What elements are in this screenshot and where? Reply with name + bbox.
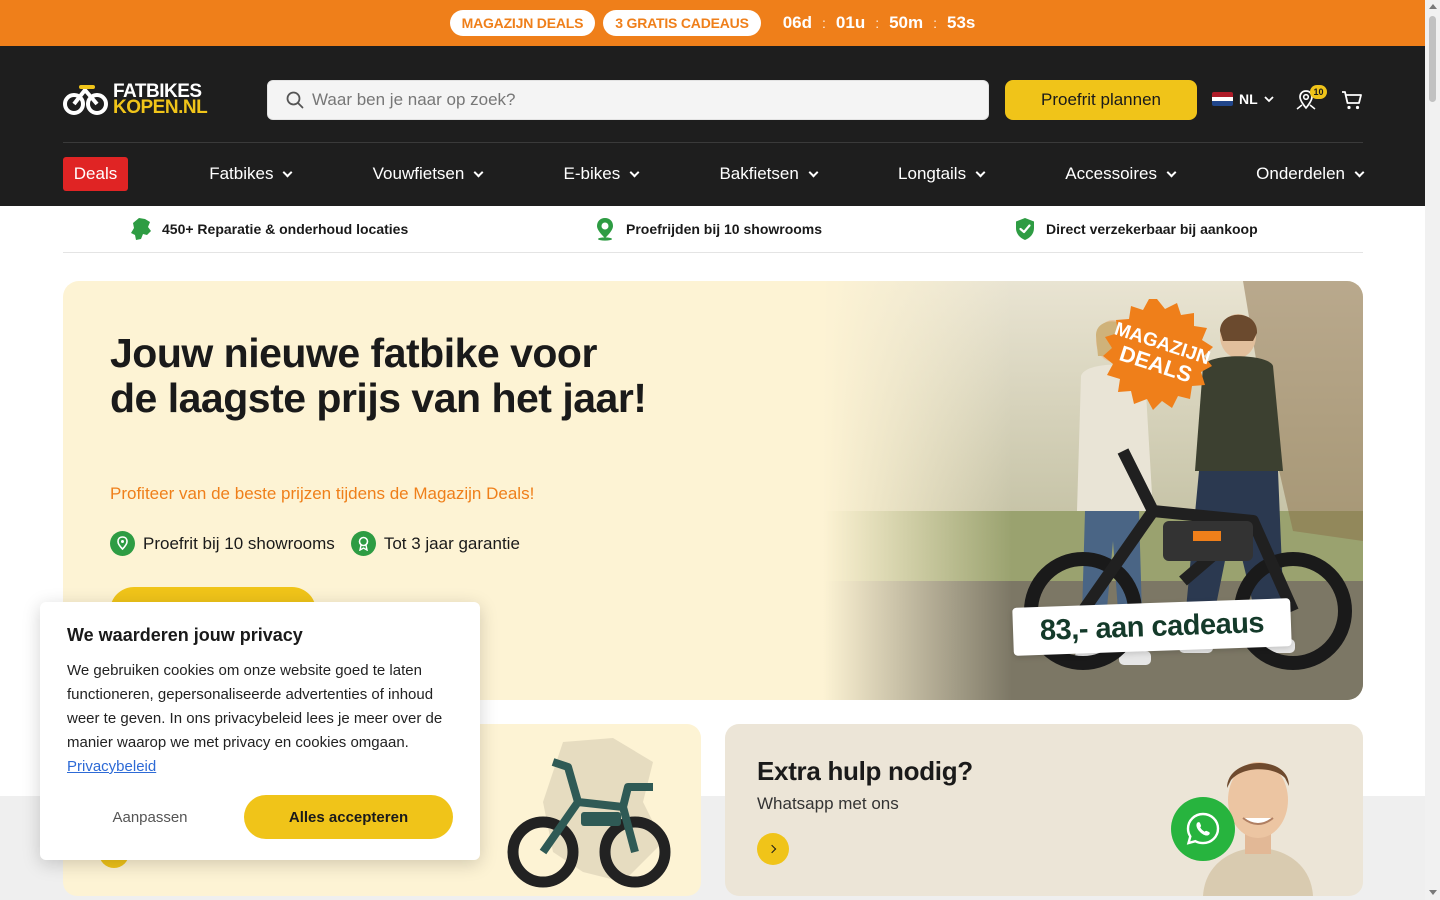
chevron-down-icon — [1354, 167, 1365, 177]
gift-value-label: 83,- aan cadeaus — [1012, 598, 1292, 656]
countdown-separator: : — [822, 15, 826, 31]
hero-title: Jouw nieuwe fatbike voor de laagste prij… — [110, 330, 647, 421]
promo-pill-gratis-cadeaus[interactable]: 3 GRATIS CADEAUS — [603, 10, 761, 36]
usp-text: 450+ Reparatie & onderhoud locaties — [162, 221, 409, 237]
chevron-down-icon — [975, 167, 986, 177]
cookie-dialog-body: We gebruiken cookies om onze website goe… — [67, 659, 457, 779]
netherlands-map-icon — [131, 218, 151, 240]
nav-item-label: Onderdelen — [1256, 164, 1345, 183]
hero-usp-test-ride: Proefrit bij 10 showrooms — [110, 531, 335, 556]
scroll-up-arrow-icon[interactable] — [1429, 4, 1437, 9]
logo-text-kopen: KOPEN.NL — [113, 97, 208, 118]
search-bar[interactable] — [267, 80, 989, 120]
plan-test-ride-button[interactable]: Proefrit plannen — [1005, 80, 1197, 120]
whatsapp-button[interactable] — [1171, 797, 1235, 861]
nav-item-longtails[interactable]: Longtails — [898, 164, 986, 184]
chevron-down-icon — [808, 167, 819, 177]
site-logo[interactable]: FATBIKES KOPEN.NL — [63, 82, 208, 118]
nav-item-label: Vouwfietsen — [372, 164, 465, 183]
promo-bar: MAGAZIJN DEALS 3 GRATIS CADEAUS 06d : 01… — [0, 0, 1425, 46]
cookie-dialog-title: We waarderen jouw privacy — [67, 625, 303, 645]
countdown-hours: 01u — [835, 13, 866, 32]
help-card-subtitle: Whatsapp met ons — [757, 794, 899, 813]
whatsapp-icon — [1186, 812, 1220, 845]
chevron-down-icon — [629, 167, 640, 177]
chevron-down-icon — [1264, 95, 1274, 102]
search-icon — [286, 91, 304, 109]
scroll-down-arrow-icon[interactable] — [1429, 890, 1437, 895]
countdown-timer: 06d : 01u : 50m : 53s — [783, 13, 976, 33]
chevron-down-icon — [283, 167, 293, 177]
chevron-right-icon — [767, 844, 777, 854]
chevron-down-icon — [1166, 167, 1177, 177]
nav-item-label: E-bikes — [563, 164, 621, 183]
dutch-flag-icon — [1212, 92, 1233, 106]
countdown-seconds: 53s — [947, 13, 976, 32]
hero-subtitle: Profiteer van de beste prijzen tijdens d… — [110, 484, 535, 503]
nav-item-label: Accessoires — [1065, 164, 1157, 183]
language-code: NL — [1239, 91, 1258, 107]
nav-item-e-bikes[interactable]: E-bikes — [563, 164, 640, 184]
main-navigation: Deals Fatbikes Vouwfietsen E-bikes Bakfi… — [63, 157, 1365, 191]
privacy-policy-link[interactable]: Privacybeleid — [67, 758, 156, 775]
usp-text: Proefrijden bij 10 showrooms — [626, 221, 823, 237]
nav-item-fatbikes[interactable]: Fatbikes — [209, 164, 293, 184]
cookie-customize-button[interactable]: Aanpassen — [80, 795, 220, 839]
hero-usp-warranty: Tot 3 jaar garantie — [350, 531, 520, 556]
usp-showrooms: Proefrijden bij 10 showrooms — [594, 217, 822, 241]
countdown-days: 06d — [782, 13, 813, 32]
nav-item-vouwfietsen[interactable]: Vouwfietsen — [372, 164, 484, 184]
search-input[interactable] — [312, 90, 952, 110]
site-header: FATBIKES KOPEN.NL Proefrit plannen NL 10… — [0, 46, 1425, 206]
locations-count-badge: 10 — [1310, 85, 1327, 99]
usp-bar: 450+ Reparatie & onderhoud locaties Proe… — [63, 206, 1363, 253]
chevron-down-icon — [473, 167, 484, 177]
hero-usp-text: Tot 3 jaar garantie — [383, 533, 520, 553]
countdown-separator: : — [875, 15, 880, 31]
usp-insurance: Direct verzekerbaar bij aankoop — [1014, 217, 1258, 241]
page-scrollbar[interactable] — [1425, 0, 1440, 900]
usp-repair-locations: 450+ Reparatie & onderhoud locaties — [130, 217, 408, 241]
nav-item-deals[interactable]: Deals — [63, 157, 128, 191]
cookie-consent-dialog: We waarderen jouw privacy We gebruiken c… — [40, 602, 480, 860]
award-ribbon-icon — [350, 531, 376, 556]
help-card[interactable]: Extra hulp nodig? Whatsapp met ons — [725, 724, 1363, 896]
nav-item-bakfietsen[interactable]: Bakfietsen — [719, 164, 819, 184]
nav-item-onderdelen[interactable]: Onderdelen — [1256, 164, 1365, 184]
help-card-title: Extra hulp nodig? — [757, 756, 973, 786]
countdown-separator: : — [933, 15, 938, 31]
nav-item-label: Bakfietsen — [719, 164, 799, 183]
hero-usp-text: Proefrit bij 10 showrooms — [143, 533, 335, 553]
map-pin-icon — [597, 218, 613, 241]
cookie-accept-all-button[interactable]: Alles accepteren — [244, 795, 453, 839]
promo-pill-magazijn-deals[interactable]: MAGAZIJN DEALS — [449, 10, 596, 36]
bike-logo-icon — [63, 85, 108, 115]
cart-icon[interactable] — [1340, 88, 1364, 112]
usp-text: Direct verzekerbaar bij aankoop — [1046, 221, 1258, 237]
language-selector[interactable]: NL — [1212, 91, 1274, 107]
countdown-minutes: 50m — [889, 13, 924, 32]
scrollbar-thumb[interactable] — [1429, 16, 1436, 102]
hero-usp-list: Proefrit bij 10 showrooms Tot 3 jaar gar… — [110, 531, 520, 556]
shield-check-icon — [1016, 218, 1034, 240]
map-pin-icon — [110, 531, 135, 556]
header-divider — [63, 142, 1363, 143]
cookie-dialog-text: We gebruiken cookies om onze website goe… — [67, 662, 443, 751]
nav-item-label: Longtails — [898, 164, 967, 183]
nav-item-label: Fatbikes — [209, 164, 274, 183]
help-card-arrow-button[interactable] — [757, 833, 789, 865]
folding-fatbike-photo — [507, 738, 671, 888]
nav-item-accessoires[interactable]: Accessoires — [1065, 164, 1177, 184]
